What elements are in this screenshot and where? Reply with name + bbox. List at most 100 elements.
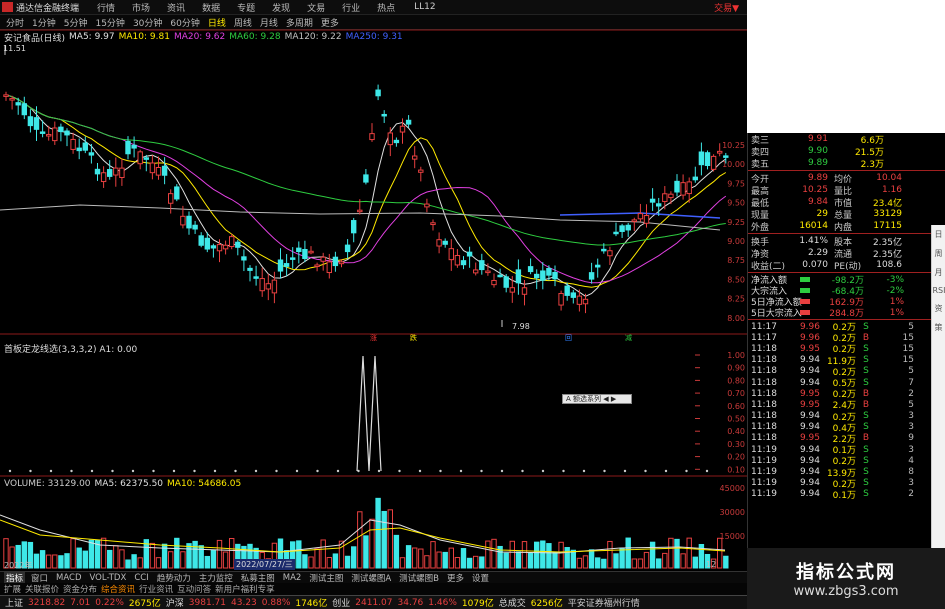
signal-marker: 涨 xyxy=(370,333,377,342)
candle-body xyxy=(564,285,570,296)
tab-1[interactable]: 窗口 xyxy=(29,572,50,584)
candle-body xyxy=(448,248,455,261)
tab-6[interactable]: 主力监控 xyxy=(197,572,235,584)
tab-0[interactable]: 指标 xyxy=(4,571,26,584)
info-tab-0[interactable]: 扩展 xyxy=(4,583,21,595)
candle-body xyxy=(338,261,345,265)
indicator-dot xyxy=(582,469,586,473)
candle-body xyxy=(723,155,729,158)
candle-body xyxy=(210,245,217,249)
volume-bar xyxy=(466,557,473,569)
index-pct: 1.46% xyxy=(428,597,457,608)
info-tab-2[interactable]: 资金分布 xyxy=(63,583,97,595)
info-tab-5[interactable]: 互动问答 xyxy=(177,583,211,595)
volume-bar xyxy=(527,552,534,569)
volume-bar xyxy=(479,556,485,569)
info-tab-4[interactable]: 行业资讯 xyxy=(139,583,173,595)
volume-bar xyxy=(588,549,595,569)
side-strip-item[interactable]: 资 xyxy=(933,303,945,314)
indicator-dot xyxy=(623,469,627,473)
indicator-popup[interactable]: A 额选系列 ◀ ▶ xyxy=(562,394,632,404)
side-strip-item[interactable]: RSI xyxy=(933,286,945,295)
candle-body xyxy=(576,295,583,305)
stat-value: 29 xyxy=(816,209,828,219)
side-strip-item[interactable]: 周 xyxy=(933,248,945,259)
candle-body xyxy=(3,94,9,97)
index-amount: 1746亿 xyxy=(295,599,328,609)
index-value: 3218.82 xyxy=(28,597,66,608)
volume-bar xyxy=(552,551,558,569)
tab-5[interactable]: 趋势动力 xyxy=(155,572,193,584)
volume-bar xyxy=(576,557,583,569)
price-axis-label: 8.00 xyxy=(727,314,745,323)
tab-13[interactable]: 设置 xyxy=(470,572,491,584)
candle-body xyxy=(613,231,619,235)
tab-11[interactable]: 测试螺图B xyxy=(397,572,441,584)
candle-body xyxy=(717,150,723,154)
candle-body xyxy=(546,268,552,276)
flow-label: 5日大宗流入 xyxy=(751,309,802,319)
ma10-line xyxy=(5,94,727,288)
tab-3[interactable]: VOL-TDX xyxy=(88,573,129,583)
tab-12[interactable]: 更多 xyxy=(445,572,466,584)
signal-marker: 减 xyxy=(625,333,632,342)
tab-2[interactable]: MACD xyxy=(54,573,83,583)
stat-row: 净资 2.29 流通 2.35亿 xyxy=(748,247,945,260)
candle-body xyxy=(125,140,131,155)
info-tab-6[interactable]: 新用户福利专享 xyxy=(215,583,275,595)
money-flow-row: 5日大宗流入 284.8万 1% xyxy=(748,307,945,320)
side-strip-item[interactable]: 日 xyxy=(933,229,945,240)
volume-axis-label: 45000 xyxy=(720,484,745,493)
candle-body xyxy=(485,270,491,274)
tick-side: B xyxy=(862,332,870,343)
tick-count: 3 xyxy=(908,422,914,433)
index-change: 7.01 xyxy=(70,597,91,608)
total-label: 总成交 xyxy=(498,599,526,609)
candle-body xyxy=(558,293,564,306)
candle-body xyxy=(326,261,333,274)
candle-body xyxy=(113,167,119,176)
candle-body xyxy=(137,151,143,165)
side-strip-item[interactable]: 月 xyxy=(933,267,945,278)
order-price: 9.90 xyxy=(807,146,828,156)
indicator-axis-label: 0.10 xyxy=(727,465,745,474)
date-start: 2022年 xyxy=(4,561,33,570)
flow-bar xyxy=(800,299,810,304)
candle-body xyxy=(369,133,375,141)
tick-time: 11:18 xyxy=(751,433,777,444)
side-strip-item[interactable]: 策 xyxy=(933,322,945,333)
candle-body xyxy=(119,167,125,178)
candle-body xyxy=(296,247,302,253)
tick-price: 9.94 xyxy=(799,478,820,489)
tab-10[interactable]: 测试螺图A xyxy=(349,572,393,584)
tab-4[interactable]: CCI xyxy=(132,573,150,583)
tab-8[interactable]: MA2 xyxy=(281,573,304,583)
candle-body xyxy=(637,213,644,220)
candle-body xyxy=(302,249,308,259)
info-tab-1[interactable]: 关联报价 xyxy=(25,583,59,595)
flow-bar xyxy=(800,277,810,282)
index-name[interactable]: 创业 xyxy=(332,596,350,609)
candle-body xyxy=(540,270,546,281)
tab-9[interactable]: 测试主图 xyxy=(307,572,345,584)
stat-value: 16014 xyxy=(799,221,828,231)
tick-price: 9.95 xyxy=(799,399,820,410)
volume-bar xyxy=(76,547,82,569)
app-window: 通达信金融终端 行情 市场 资讯 数据 专题 发现 文易 行业 热点 LL12 … xyxy=(0,0,945,609)
volume-bar xyxy=(174,537,180,569)
index-name[interactable]: 沪深 xyxy=(166,596,184,609)
tab-7[interactable]: 私募主图 xyxy=(239,572,277,584)
indicator-dot xyxy=(336,469,340,473)
info-tab-3[interactable]: 综合资讯 xyxy=(101,583,135,595)
candle-body xyxy=(619,225,625,232)
index-name[interactable]: 上证 xyxy=(5,596,23,609)
candle-body xyxy=(674,180,680,193)
candle-body xyxy=(131,144,137,149)
tick-side: S xyxy=(863,377,869,388)
tick-time: 11:19 xyxy=(751,444,777,455)
candle-body xyxy=(473,269,479,274)
signal-marker: 回 xyxy=(565,334,572,342)
candle-body xyxy=(241,256,247,261)
indicator-tabs: 指标 窗口 MACD VOL-TDX CCI 趋势动力 主力监控 私募主图 MA2 测试主图 测试螺… xyxy=(0,571,747,584)
volume-bar xyxy=(412,547,418,569)
